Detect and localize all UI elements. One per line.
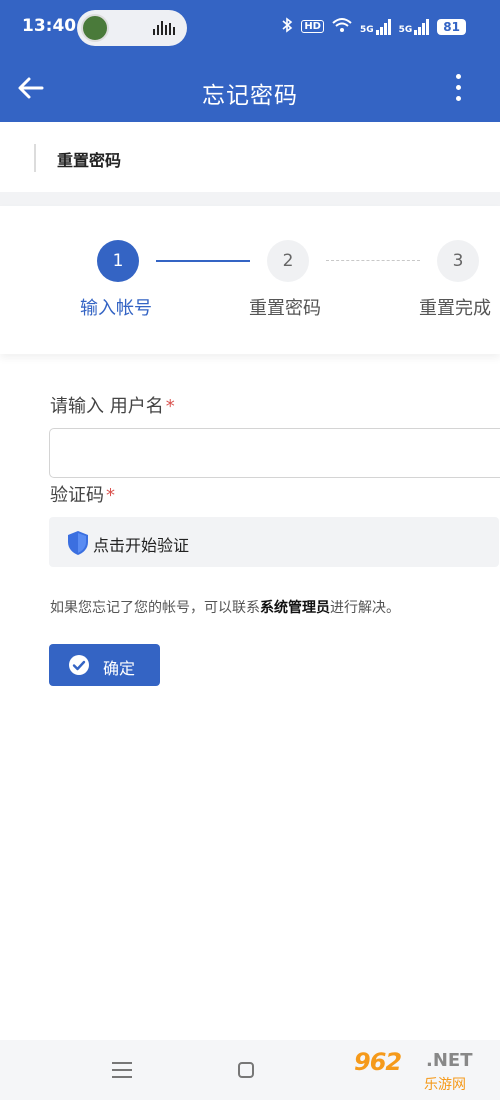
audio-wave-icon	[153, 21, 175, 35]
confirm-label: 确定	[103, 659, 136, 678]
captcha-verify-button[interactable]: 点击开始验证	[49, 517, 499, 567]
hd-badge: HD	[301, 20, 324, 33]
shield-icon	[67, 530, 89, 556]
step-3-label: 重置完成	[419, 298, 491, 319]
username-label: 请输入 用户名 *	[50, 392, 175, 418]
section-title: 重置密码	[57, 151, 122, 170]
verify-text: 点击开始验证	[93, 536, 190, 555]
menu-icon[interactable]	[112, 1062, 132, 1078]
signal-5g-icon-2: 5G	[399, 18, 430, 35]
home-icon[interactable]	[238, 1062, 254, 1078]
admin-link[interactable]: 系统管理员	[260, 600, 330, 616]
status-icons: HD 5G 5G 81	[281, 17, 466, 36]
status-bar: 13:40 HD 5G 5G 81	[0, 0, 500, 56]
app-bar: 忘记密码	[0, 56, 500, 122]
username-input[interactable]	[49, 428, 500, 478]
watermark-number: 962	[354, 1048, 402, 1076]
username-label-text: 请输入 用户名	[50, 396, 164, 417]
required-mark: *	[165, 396, 175, 417]
step-1-circle: 1	[97, 240, 139, 282]
watermark-logo: 962 .NET 乐游网	[354, 1046, 494, 1094]
step-2-label: 重置密码	[249, 298, 321, 319]
section-gap	[0, 192, 500, 206]
wifi-icon	[332, 17, 352, 36]
captcha-label: 验证码 *	[50, 481, 115, 507]
section-divider	[34, 144, 36, 172]
signal-5g-icon: 5G	[360, 18, 391, 35]
step-1-label: 输入帐号	[80, 298, 152, 319]
hint-prefix: 如果您忘记了您的帐号，可以联系	[50, 600, 260, 616]
step-2-circle: 2	[267, 240, 309, 282]
watermark-site: 乐游网	[424, 1077, 466, 1093]
confirm-button[interactable]: 确定	[49, 644, 160, 686]
section-header: 重置密码	[0, 122, 500, 192]
required-mark: *	[106, 485, 115, 506]
captcha-label-text: 验证码	[50, 485, 104, 506]
check-circle-icon	[69, 655, 89, 675]
media-thumbnail	[81, 14, 109, 42]
step-connector-1	[156, 260, 250, 262]
step-progress: 1 2 3 输入帐号 重置密码 重置完成	[0, 206, 500, 354]
step-connector-2	[326, 260, 420, 261]
hint-suffix: 进行解决。	[330, 600, 400, 616]
account-hint: 如果您忘记了您的帐号，可以联系系统管理员进行解决。	[50, 597, 400, 617]
media-pill[interactable]	[77, 10, 187, 46]
status-time: 13:40	[22, 16, 77, 36]
step-3-circle: 3	[437, 240, 479, 282]
watermark-suffix: .NET	[426, 1050, 473, 1071]
battery-indicator: 81	[437, 18, 466, 35]
bluetooth-icon	[281, 17, 293, 36]
more-options-icon[interactable]	[454, 74, 462, 106]
page-title: 忘记密码	[202, 83, 298, 109]
